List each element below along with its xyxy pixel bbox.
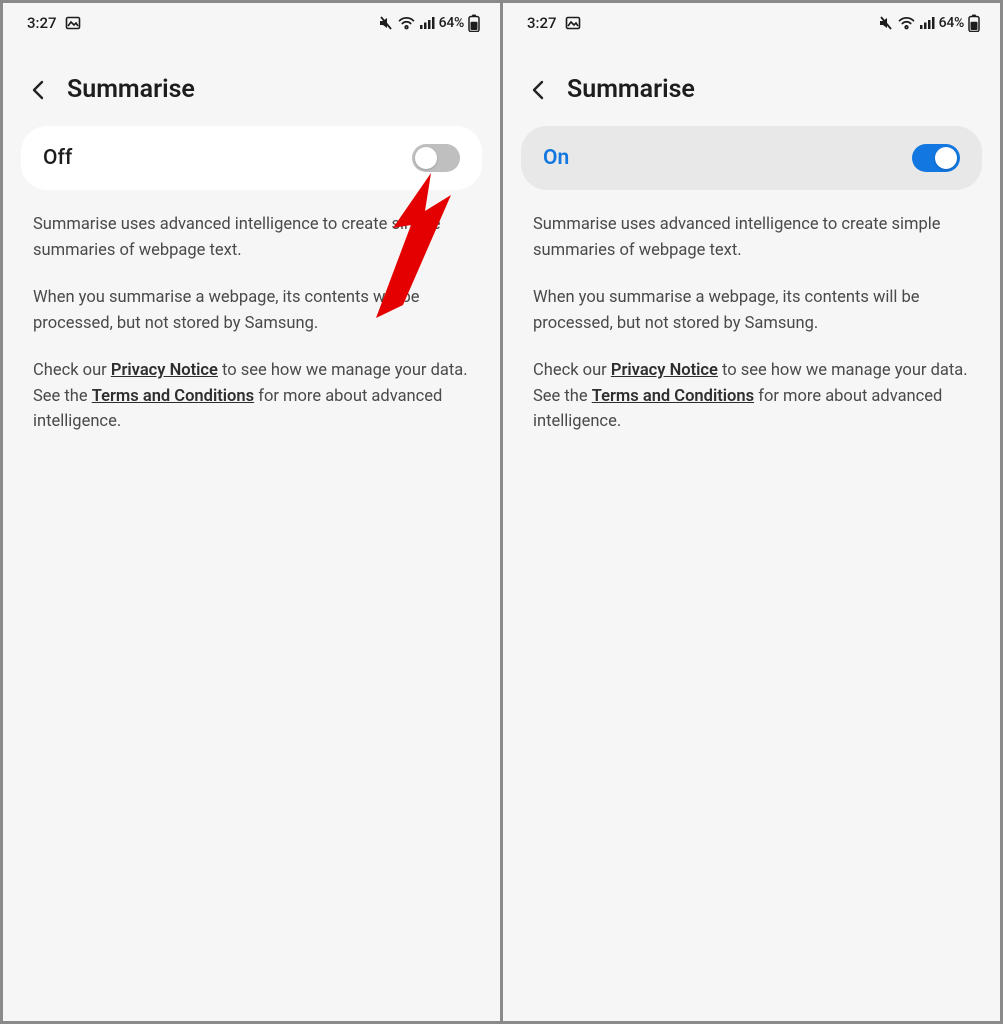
description-p3: Check our Privacy Notice to see how we m… — [33, 358, 470, 435]
description-p1: Summarise uses advanced intelligence to … — [533, 212, 970, 263]
summarise-toggle-card[interactable]: Off — [21, 126, 482, 190]
signal-icon — [419, 16, 435, 30]
page-title: Summarise — [67, 75, 195, 104]
signal-icon — [919, 16, 935, 30]
mute-icon — [878, 15, 894, 31]
status-right: 64% — [878, 14, 980, 32]
wifi-icon — [398, 16, 415, 30]
status-time: 3:27 — [527, 14, 557, 32]
switch-knob — [935, 147, 957, 169]
back-button[interactable] — [525, 76, 553, 104]
page-header: Summarise — [503, 43, 1000, 126]
p3-pre: Check our — [533, 361, 611, 380]
description-p2: When you summarise a webpage, its conten… — [33, 285, 470, 336]
toggle-state-label: Off — [43, 146, 72, 170]
toggle-state-label: On — [543, 146, 569, 170]
status-bar: 3:27 64% — [503, 3, 1000, 43]
battery-icon — [468, 14, 480, 32]
privacy-notice-link[interactable]: Privacy Notice — [611, 361, 718, 380]
status-left: 3:27 — [527, 14, 581, 32]
summarise-switch[interactable] — [912, 144, 960, 172]
wifi-icon — [898, 16, 915, 30]
battery-text: 64% — [439, 15, 464, 31]
chevron-left-icon — [528, 79, 550, 101]
status-right: 64% — [378, 14, 480, 32]
switch-knob — [415, 147, 437, 169]
chevron-left-icon — [28, 79, 50, 101]
description-p1: Summarise uses advanced intelligence to … — [33, 212, 470, 263]
description-block: Summarise uses advanced intelligence to … — [3, 190, 500, 457]
status-left: 3:27 — [27, 14, 81, 32]
status-bar: 3:27 64% — [3, 3, 500, 43]
p3-pre: Check our — [33, 361, 111, 380]
status-time: 3:27 — [27, 14, 57, 32]
picture-icon — [565, 15, 581, 31]
comparison-frame: 3:27 64% Summarise Off Summarise uses ad… — [0, 0, 1003, 1024]
battery-icon — [968, 14, 980, 32]
page-header: Summarise — [3, 43, 500, 126]
terms-and-conditions-link[interactable]: Terms and Conditions — [592, 387, 754, 406]
battery-text: 64% — [939, 15, 964, 31]
picture-icon — [65, 15, 81, 31]
privacy-notice-link[interactable]: Privacy Notice — [111, 361, 218, 380]
back-button[interactable] — [25, 76, 53, 104]
summarise-switch[interactable] — [412, 144, 460, 172]
mute-icon — [378, 15, 394, 31]
phone-screen-off-state: 3:27 64% Summarise Off Summarise uses ad… — [3, 3, 500, 1021]
page-title: Summarise — [567, 75, 695, 104]
phone-screen-on-state: 3:27 64% Summarise On Summarise uses adv… — [503, 3, 1000, 1021]
description-p2: When you summarise a webpage, its conten… — [533, 285, 970, 336]
terms-and-conditions-link[interactable]: Terms and Conditions — [92, 387, 254, 406]
description-p3: Check our Privacy Notice to see how we m… — [533, 358, 970, 435]
summarise-toggle-card[interactable]: On — [521, 126, 982, 190]
description-block: Summarise uses advanced intelligence to … — [503, 190, 1000, 457]
